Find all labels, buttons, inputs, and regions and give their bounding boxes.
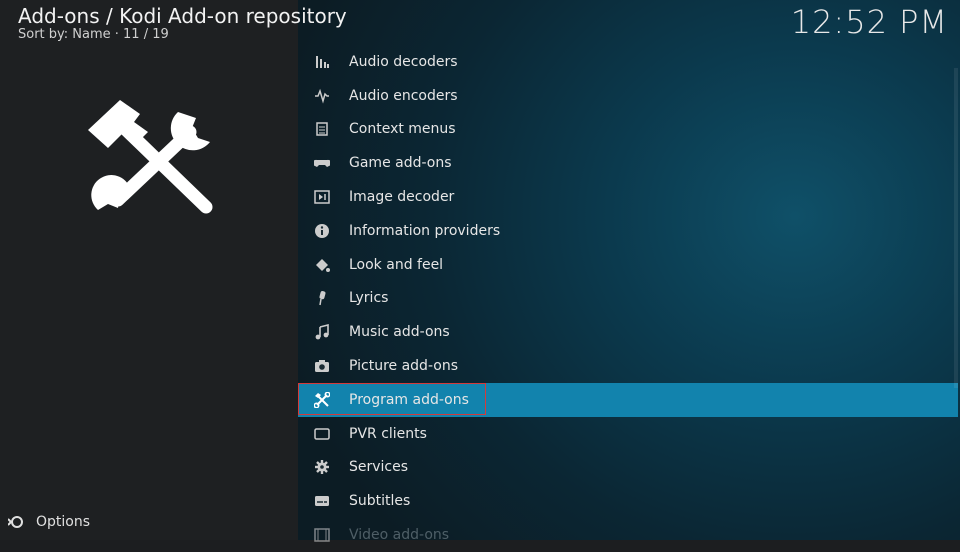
left-panel [0, 0, 298, 540]
list-item[interactable]: Game add-ons [298, 146, 958, 180]
list-item[interactable]: Video add-ons [298, 518, 958, 552]
list-item[interactable]: Lyrics [298, 282, 958, 316]
paint-bucket-icon [314, 257, 330, 273]
audio-decoder-icon [314, 54, 330, 70]
list-item[interactable]: Picture add-ons [298, 349, 958, 383]
list-item-label: Services [349, 459, 409, 476]
tv-icon [314, 426, 330, 442]
gear-icon [314, 459, 330, 475]
list-item-label: Subtitles [349, 493, 411, 510]
options-button[interactable]: Options [8, 513, 90, 531]
list-item-label: Image decoder [349, 189, 455, 206]
list-item[interactable]: Look and feel [298, 248, 958, 282]
list-item[interactable]: Information providers [298, 214, 958, 248]
list-item-label: Information providers [349, 222, 501, 239]
list-item-label: Lyrics [349, 290, 389, 307]
camera-icon [314, 358, 330, 374]
category-list: Audio decoders Audio encoders Context menu… [298, 45, 958, 552]
list-item[interactable]: PVR clients [298, 417, 958, 451]
clock: 12:52 PM [790, 3, 948, 41]
film-icon [314, 527, 330, 543]
header: Add-ons / Kodi Add-on repository Sort by… [18, 4, 347, 42]
gamepad-icon [314, 155, 330, 171]
page-title: Add-ons / Kodi Add-on repository [18, 4, 347, 28]
list-item[interactable]: Subtitles [298, 484, 958, 518]
list-item[interactable]: Program add-ons [298, 382, 958, 417]
list-item-label: PVR clients [349, 425, 427, 442]
list-item[interactable]: Music add-ons [298, 315, 958, 349]
list-item[interactable]: Context menus [298, 113, 958, 147]
list-item-label: Context menus [349, 121, 456, 138]
scrollbar[interactable] [954, 68, 958, 388]
context-menu-icon [314, 121, 330, 137]
image-decoder-icon [314, 189, 330, 205]
list-item[interactable]: Audio encoders [298, 79, 958, 113]
list-item-label: Video add-ons [349, 527, 450, 544]
options-label: Options [36, 514, 91, 530]
subtitles-icon [314, 493, 330, 509]
list-item-label: Audio encoders [349, 87, 458, 104]
microphone-icon [314, 290, 330, 306]
list-item[interactable]: Audio decoders [298, 45, 958, 79]
list-item[interactable]: Image decoder [298, 180, 958, 214]
audio-encoder-icon [314, 88, 330, 104]
list-item-label: Game add-ons [349, 155, 452, 172]
sort-info: Sort by: Name · 11 / 19 [18, 27, 169, 42]
list-item-label: Audio decoders [349, 53, 458, 70]
options-icon [8, 516, 23, 528]
tools-icon [314, 391, 330, 408]
list-item-label: Picture add-ons [349, 358, 458, 375]
info-icon [314, 223, 330, 239]
program-tools-large-icon [88, 100, 213, 214]
list-item-label: Music add-ons [349, 324, 450, 341]
list-item-label: Program add-ons [349, 391, 469, 408]
music-note-icon [314, 324, 330, 340]
list-item-label: Look and feel [349, 256, 444, 273]
list-item[interactable]: Services [298, 451, 958, 485]
